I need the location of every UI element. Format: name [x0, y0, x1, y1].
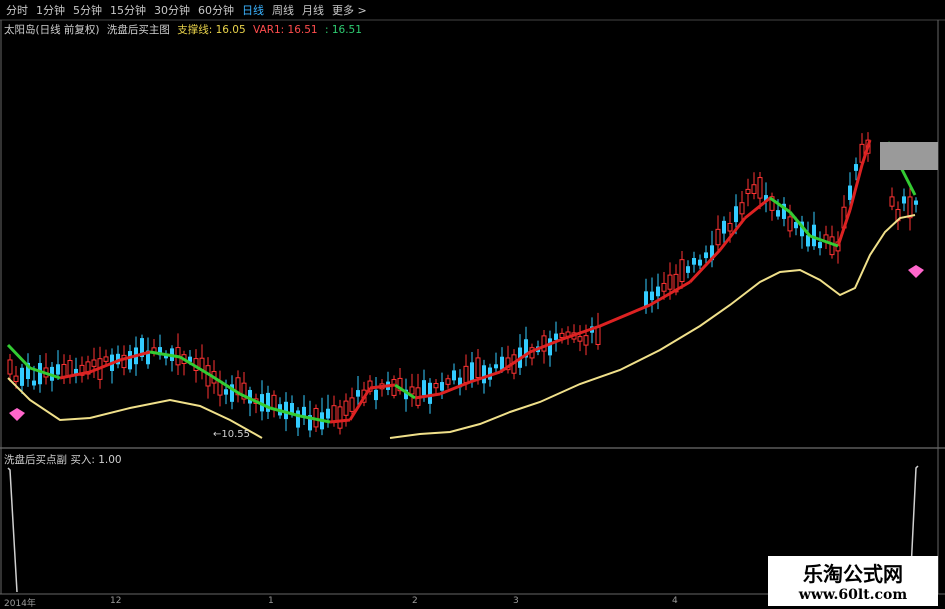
- candle-body: [331, 405, 337, 423]
- candle-body: [541, 335, 547, 352]
- candle-body: [739, 202, 745, 215]
- candle-body: [667, 274, 673, 290]
- candle-body: [224, 389, 228, 395]
- candle-body: [433, 383, 439, 389]
- candle-body: [554, 333, 558, 340]
- candle-body: [128, 351, 132, 370]
- candle-body: [91, 359, 97, 367]
- candle-body: [20, 367, 24, 386]
- candle-body: [715, 228, 721, 246]
- candle-body: [818, 242, 822, 249]
- candle-body: [482, 365, 486, 384]
- watermark-url: www.60lt.com: [798, 587, 908, 603]
- buy-value: 买入: 1.00: [70, 454, 122, 466]
- candle-body: [13, 375, 19, 383]
- candle-body: [751, 184, 757, 194]
- candle-body: [409, 386, 415, 395]
- candle-body: [548, 338, 552, 356]
- x-label-12: 12: [110, 596, 122, 606]
- support-line: [7, 214, 916, 439]
- candle-body: [67, 360, 73, 377]
- diamond-icon: [9, 408, 25, 421]
- candle-body: [326, 408, 330, 419]
- candle-body: [854, 164, 858, 171]
- candle-body: [103, 356, 109, 362]
- candle-body: [500, 356, 504, 370]
- x-label-1: 1: [268, 596, 274, 606]
- candle-body: [692, 258, 696, 265]
- candle-body: [595, 326, 601, 345]
- candle-body: [374, 389, 378, 401]
- watermark-title: 乐淘公式网: [803, 562, 903, 586]
- candle-body: [61, 363, 67, 378]
- candle-body: [722, 220, 726, 234]
- candle-body: [757, 177, 763, 199]
- candlesticks: [7, 132, 918, 438]
- candle-body: [704, 252, 708, 259]
- candle-body: [32, 380, 36, 386]
- candle-body: [787, 216, 793, 232]
- candle-body: [656, 286, 660, 297]
- kline-chart[interactable]: ←10.55: [0, 0, 945, 609]
- candle-body: [650, 291, 654, 301]
- candle-body: [494, 364, 498, 369]
- candle-body: [349, 397, 355, 412]
- candle-body: [7, 359, 13, 375]
- candle-body: [679, 259, 685, 283]
- candle-body: [889, 196, 895, 207]
- candle-body: [661, 282, 667, 292]
- candle-body: [296, 410, 300, 428]
- x-label-4: 4: [672, 596, 678, 606]
- x-label-2: 2: [412, 596, 418, 606]
- candle-body: [776, 210, 780, 217]
- candle-body: [440, 382, 444, 391]
- buy-signal-left: [7, 467, 18, 593]
- candle-body: [38, 363, 42, 385]
- candle-body: [727, 222, 733, 232]
- candle-body: [698, 259, 702, 266]
- candle-body: [56, 364, 60, 375]
- candle-body: [475, 357, 481, 378]
- candle-body: [583, 335, 589, 346]
- sub-indicator-name: 洗盘后买点副: [4, 454, 67, 466]
- candle-body: [356, 390, 360, 397]
- candle-body: [745, 188, 751, 194]
- candle-body: [470, 362, 474, 381]
- candle-body: [445, 378, 451, 385]
- candle-body: [914, 200, 918, 205]
- candle-body: [452, 370, 456, 381]
- candle-body: [686, 266, 690, 273]
- x-label-3: 3: [513, 596, 519, 606]
- low-price-annotation: ←10.55: [213, 429, 250, 440]
- candle-body: [559, 332, 565, 339]
- candle-body: [848, 185, 852, 200]
- candle-body: [422, 380, 426, 396]
- x-label-2014: 2014年: [4, 599, 36, 609]
- candle-body: [577, 336, 583, 342]
- sub-indicator-label: 洗盘后买点副 买入: 1.00: [4, 452, 122, 467]
- candle-body: [343, 400, 349, 416]
- watermark-logo: 乐淘公式网 www.60lt.com: [768, 556, 938, 606]
- candle-body: [337, 406, 343, 429]
- candle-body: [428, 382, 432, 404]
- candle-body: [734, 206, 738, 223]
- candle-body: [806, 235, 810, 247]
- candle-body: [902, 196, 906, 204]
- candle-body: [391, 379, 397, 396]
- candle-body: [907, 196, 913, 219]
- candle-body: [463, 365, 469, 383]
- price-tag-box: [880, 142, 938, 170]
- diamond-icon-right: [908, 265, 924, 278]
